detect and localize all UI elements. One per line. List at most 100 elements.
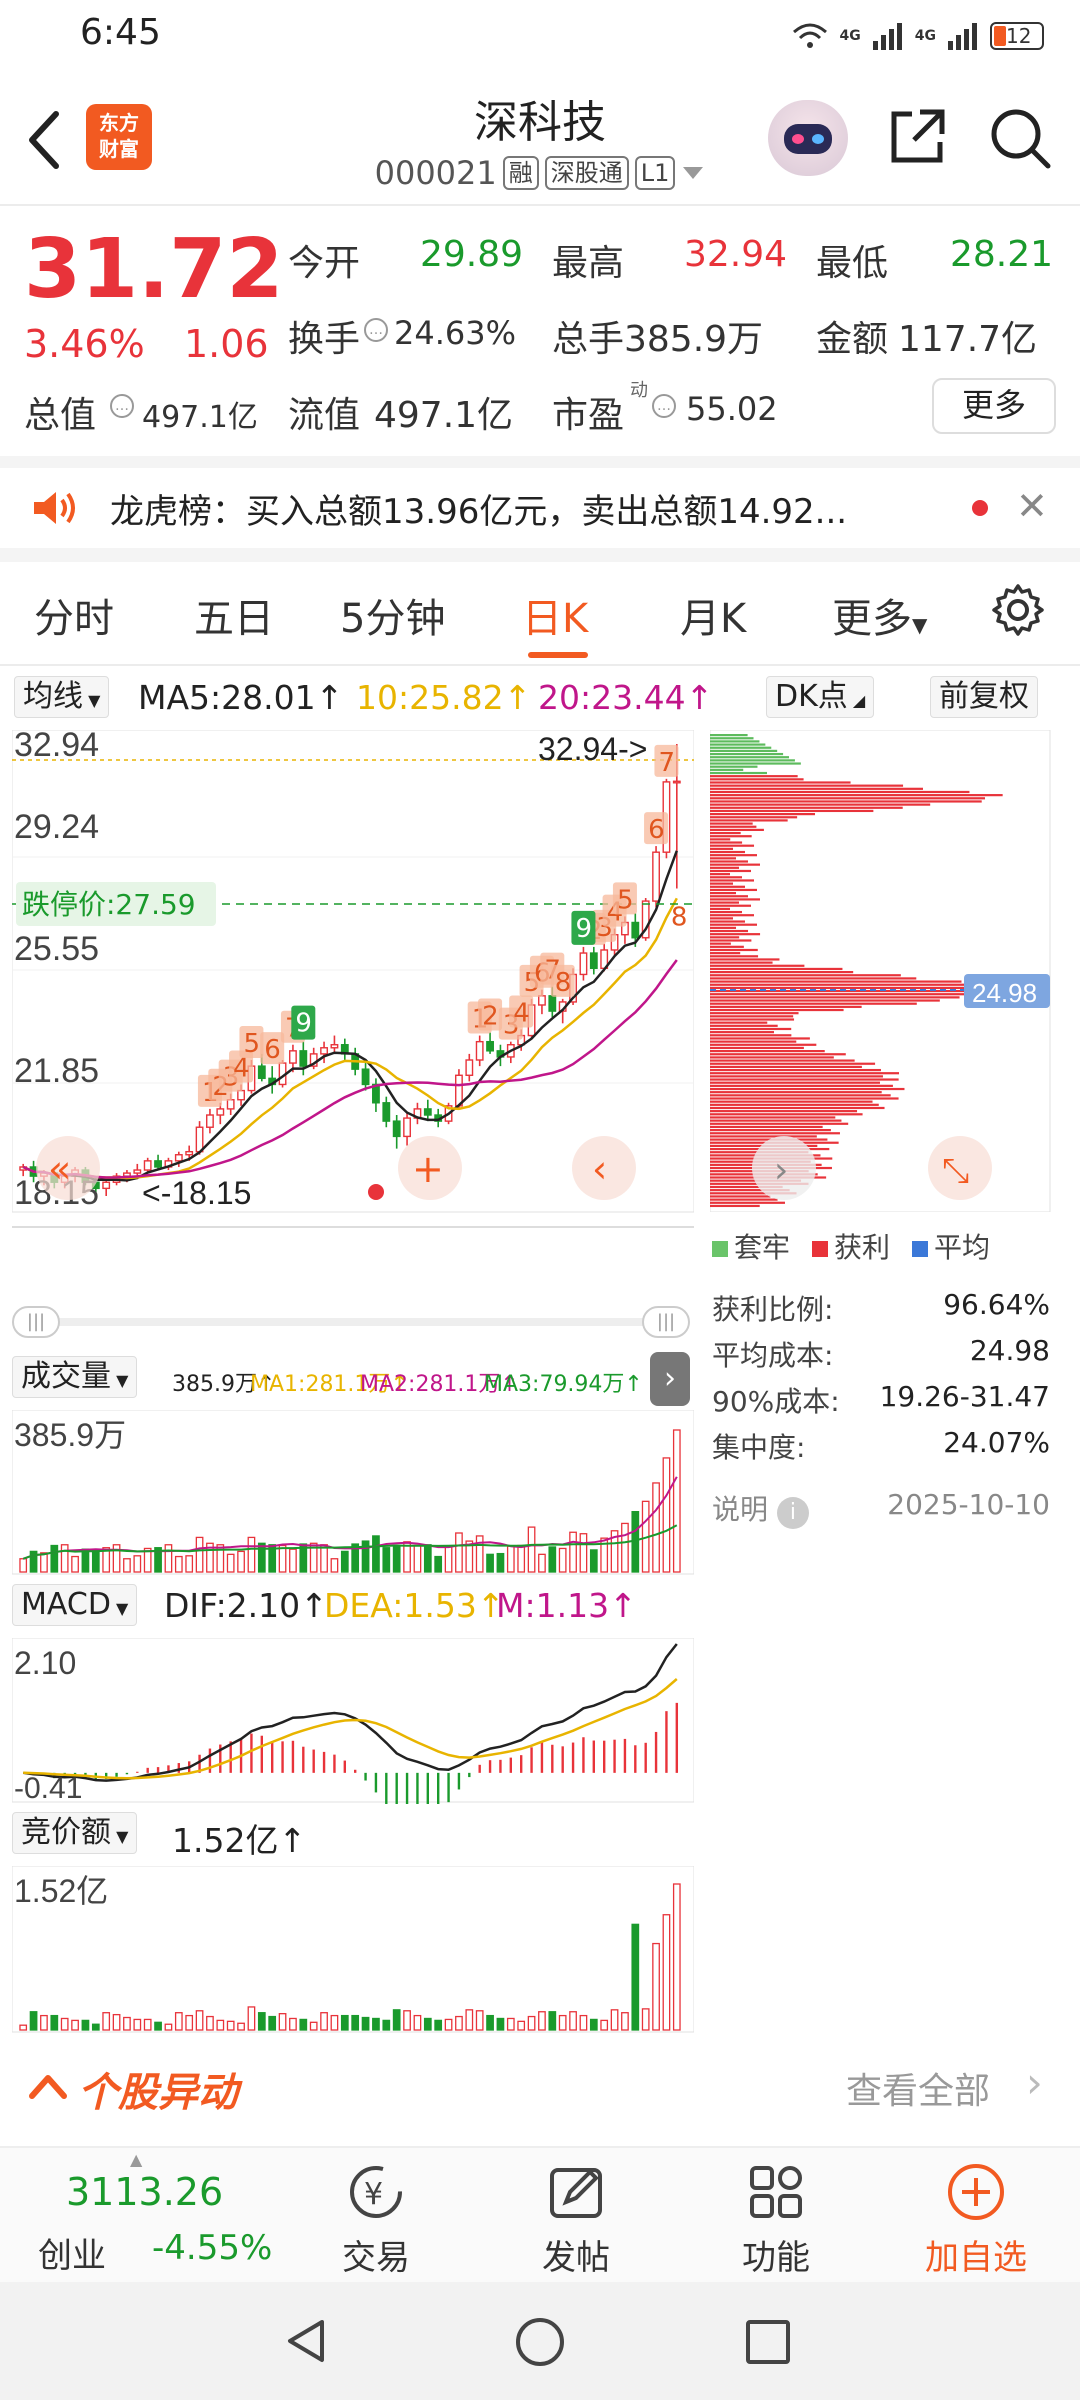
volume-bar [174,1555,183,1573]
candle-body [320,1047,328,1055]
caret-down-icon: ▼ [111,1827,129,1846]
chip-bar [710,743,766,746]
nav-functions[interactable]: 功能 [676,2148,876,2284]
chip-bar [710,1119,842,1122]
chip-bar [710,1087,905,1091]
info-icon[interactable]: … [652,394,676,418]
event-dot[interactable] [368,1184,384,1200]
chip-bar [710,1122,849,1125]
more-button[interactable]: 更多 [932,378,1056,434]
range-handle-left[interactable]: ||| [12,1306,60,1338]
robot-assistant-icon[interactable] [768,100,848,176]
avg-cost-value: 24.98 [969,1334,1050,1367]
nav-post[interactable]: 发帖 [476,2148,676,2284]
candle-body [102,1181,111,1190]
indicator-select[interactable]: 均线 ▼ [14,676,110,718]
tab-daily-k[interactable]: 日K [522,586,588,644]
quote-divider [0,456,1080,468]
info-icon[interactable]: … [110,394,134,418]
back-triangle-icon[interactable] [282,2316,332,2366]
signal-4g-label: 4G [839,28,861,44]
candle-body [330,1044,339,1049]
volume-bar [164,1544,173,1573]
auction-bar [403,2010,411,2031]
search-icon[interactable] [986,104,1052,170]
volume-chart[interactable]: 385.9万 [12,1410,694,1576]
info-icon: i [776,1497,809,1529]
auction-bar [257,2012,266,2031]
share-icon[interactable] [884,104,950,170]
nav-trade[interactable]: ¥ 交易 [276,2148,476,2284]
chip-bar [710,882,733,885]
chip-bar [710,1002,917,1005]
volume-bar [662,1457,671,1573]
home-circle-icon[interactable] [514,2316,566,2368]
candle-body [133,1169,142,1174]
tab-more[interactable]: 更多▼ [832,586,927,644]
tab-five-day[interactable]: 五日 [194,586,274,644]
index-widget[interactable]: ▲ 3113.26 创业 -4.55% [0,2148,280,2284]
macd-select[interactable]: MACD ▼ [12,1584,138,1626]
volume-ma3: MA3:79.94万↑ [484,1372,643,1397]
chip-bar [710,1204,760,1208]
chip-bar [710,1015,794,1018]
chip-bar [710,1097,899,1100]
macd-dea: DEA:1.53↑ [324,1586,505,1625]
auction-select-label: 竞价额 [21,1815,111,1850]
volume-bar [621,1522,629,1573]
level-tag: L1 [634,156,676,190]
range-handle-right[interactable]: ||| [642,1306,690,1338]
volume-bar [185,1555,194,1573]
tab-monthly-k[interactable]: 月K [680,586,746,644]
battery-icon: 12 [990,22,1044,50]
volume-bar [569,1531,577,1573]
candle-body [652,851,660,902]
stock-move-bar[interactable]: 个股异动 查看全部 › [0,2040,1080,2140]
volume-bar [340,1550,349,1573]
volume-bar [330,1558,339,1573]
recents-square-icon[interactable] [744,2318,792,2366]
volume-bar [558,1547,567,1573]
tab-5min[interactable]: 5分钟 [340,586,445,644]
chip-note[interactable]: 说明 i [712,1488,809,1529]
dk-point-label: DK点 [775,679,848,714]
range-slider[interactable]: ||| ||| [12,1306,690,1338]
gear-icon[interactable] [990,582,1046,638]
speaker-icon [34,492,75,524]
volume-bar [413,1544,422,1573]
close-icon[interactable]: ✕ [1016,484,1048,528]
chip-bar [710,1075,883,1078]
view-all-link[interactable]: 查看全部 [846,2062,990,2114]
candle-body [257,1065,266,1080]
dk-point-select[interactable]: DK点 ◢ [766,676,875,718]
chip-bar [710,1113,863,1116]
chip-distribution-chart[interactable]: 24.98 › ⤡ [710,730,1054,1212]
float-value: 497.1亿 [374,395,514,436]
auction-select[interactable]: 竞价额 ▼ [12,1812,138,1854]
auction-bar [133,2018,142,2031]
volume-bar [40,1552,48,1573]
auction-chart[interactable]: 1.52亿 [12,1866,694,2034]
news-bar[interactable]: 龙虎榜：买入总额13.96亿元，卖出总额14.92... ✕ [0,468,1080,548]
panel-expand-button[interactable]: › [650,1352,690,1406]
auction-bar [330,2014,339,2031]
tab-intraday[interactable]: 分时 [34,586,114,644]
edit-icon [550,2168,602,2218]
dk-point-label: 8 [671,903,688,933]
legend-trapped: 套牢 [712,1226,790,1266]
nav-add-watchlist[interactable]: 加自选 [876,2148,1076,2284]
kline-chart[interactable]: 32.94 29.24 25.55 21.85 18.15 跌停价:27.59 … [12,730,694,1230]
macd-chart[interactable]: 2.10 -0.41 [12,1638,694,1804]
chip-bar [710,895,748,898]
chip-bar [710,952,741,955]
volume-select[interactable]: 成交量 ▼ [12,1356,138,1398]
adjust-select[interactable]: 前复权 [930,676,1038,718]
bottom-nav: ▲ 3113.26 创业 -4.55% ¥ 交易 发帖 功能 加自选 [0,2146,1080,2282]
news-text[interactable]: 龙虎榜：买入总额13.96亿元，卖出总额14.92... [110,484,847,533]
auction-bar [50,2014,59,2031]
dk-point-label: 5 [243,1029,260,1059]
info-icon[interactable]: … [364,318,388,342]
chip-bar [710,986,993,989]
float-label: 流值 [288,395,361,436]
chip-bar [710,1018,795,1021]
